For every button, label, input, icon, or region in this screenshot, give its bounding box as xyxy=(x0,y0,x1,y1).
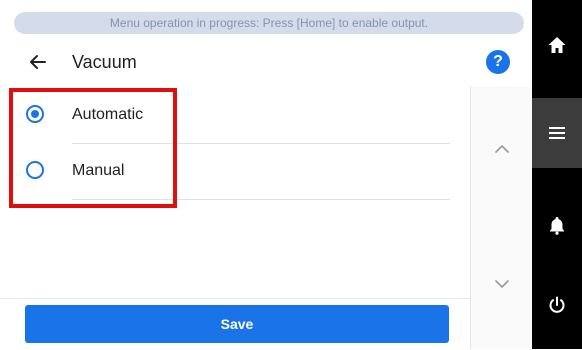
chevron-down-icon xyxy=(495,280,509,288)
hamburger-menu-icon xyxy=(549,127,565,139)
scroll-down-button[interactable] xyxy=(491,273,513,295)
nav-menu-button[interactable] xyxy=(532,98,582,168)
power-icon xyxy=(549,296,565,313)
arrow-left-icon xyxy=(30,55,46,69)
bell-icon xyxy=(550,217,564,235)
chevron-up-icon xyxy=(495,145,509,153)
scroll-column xyxy=(470,86,533,349)
nav-home-button[interactable] xyxy=(532,10,582,80)
main-panel: Menu operation in progress: Press [Home]… xyxy=(0,0,533,350)
status-banner: Menu operation in progress: Press [Home]… xyxy=(14,12,524,34)
footer: Save xyxy=(0,298,470,350)
nav-power-button[interactable] xyxy=(532,270,582,340)
side-nav xyxy=(532,0,582,349)
help-circle-icon: ? xyxy=(493,53,503,70)
scroll-up-button[interactable] xyxy=(491,138,513,160)
save-button[interactable]: Save xyxy=(25,305,449,343)
page-title: Vacuum xyxy=(72,52,137,72)
help-button[interactable]: ? xyxy=(486,50,510,74)
home-icon xyxy=(548,37,566,53)
highlight-box xyxy=(9,88,177,208)
header: Vacuum ? xyxy=(0,38,532,86)
back-button[interactable] xyxy=(26,50,50,74)
nav-alerts-button[interactable] xyxy=(532,190,582,260)
